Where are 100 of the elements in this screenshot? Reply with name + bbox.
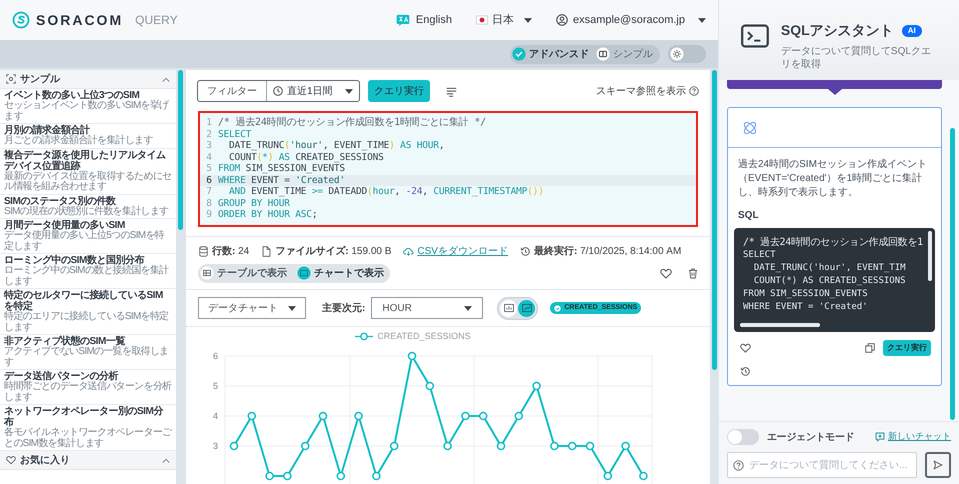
section-header[interactable]: お気に入り [0,451,176,470]
data-point[interactable] [514,412,524,420]
sample-query-item[interactable]: 複合データ源を使用したリアルタイムデバイス位置追跡 最新のデバイス位置を取得するためにセル情報を組み合わせます [0,148,176,194]
mode-tab[interactable]: シンプル [596,46,658,62]
help-icon [733,460,744,470]
sample-query-item[interactable]: 月別の請求金額合計 月ごとの請求金額合計を集計します [0,124,176,148]
data-point[interactable] [408,352,416,360]
scrollbar-thumb[interactable] [712,70,717,370]
send-button[interactable] [925,452,951,478]
table-icon [200,266,214,280]
data-point[interactable] [318,412,328,420]
code-line: ORDER BY HOUR ASC; [218,209,318,220]
heart-icon[interactable] [660,268,672,278]
product-name: QUERY [135,12,178,29]
data-point[interactable] [604,472,612,480]
section-header[interactable]: サンプル [0,70,176,89]
new-chat-link[interactable]: 新しいチャット [875,430,951,444]
user-icon [556,14,568,26]
sample-query-item[interactable]: ローミング中のSIM数と国別分布 ローミング中のSIMの数と接続国を集計します [0,254,176,289]
copy-icon[interactable] [865,343,875,353]
heart-icon [6,455,16,465]
data-point[interactable] [300,442,310,450]
chart-type-dropdown[interactable]: データチャート [198,297,306,319]
filter-button[interactable]: フィルター [198,81,267,101]
region-dropdown[interactable]: 日本 [476,12,532,28]
sample-icon [6,74,16,84]
scrollbar-thumb[interactable] [928,231,932,281]
mode-tab[interactable]: アドバンスド [512,46,594,62]
scrollbar-thumb[interactable] [178,70,183,230]
sample-query-item[interactable]: 月間データ使用量の多いSIM データ使用量の多い上位5つのSIMを特定します [0,219,176,254]
bubble-tail-icon [828,89,842,95]
sql-code-block[interactable]: /* 過去24時間のセッション作成回数を1 SELECT DATE_TRUNC('hour', EVENT_TIM COUNT(*) AS CREATED_SESSIONS FROM SIM_SESSION_EVENTS WHERE EVENT = 'Created' [734,228,935,332]
line-chart-button[interactable] [518,300,536,316]
data-point[interactable] [568,442,576,450]
data-point[interactable] [372,472,381,480]
line-number: 7 [205,186,213,198]
data-point[interactable] [621,442,630,450]
y-axis-label: 6 [212,351,218,361]
agent-mode-toggle[interactable] [727,429,759,445]
account-menu[interactable]: exsample@soracom.jp [556,12,706,28]
code-line: DATE_TRUNC('hour', EVENT_TIME) AS HOUR, [228,140,444,152]
data-point[interactable] [478,412,488,420]
data-point[interactable] [639,472,648,480]
atom-icon [742,120,758,136]
schema-link[interactable]: スキーマ参照を表示 [596,84,699,98]
scrollbar-thumb[interactable] [950,128,955,420]
data-point[interactable] [426,382,434,390]
data-point[interactable] [230,442,238,450]
chat-input-field[interactable]: データについて質問してください... [727,452,917,478]
terminal-icon [741,22,769,50]
code-line: /* 過去24時間のセッション作成回数を1時間ごとに集計 */ [218,117,486,128]
code-line: COUNT(*) AS CREATED_SESSIONS [228,152,384,163]
data-point[interactable] [283,472,292,480]
sample-query-item[interactable]: SIMのステータス別の件数 SIMの現在の状態別に件数を集計します [0,194,176,219]
data-point[interactable] [336,472,346,480]
legend-marker-icon [355,332,374,341]
assistant-title: SQLアシスタント [780,21,894,40]
sample-query-item[interactable]: 特定のセルタワーに接続しているSIMを特定 特定のエリアに接続しているSIMを特定します [0,289,176,335]
data-point[interactable] [586,442,594,450]
clock-icon [273,86,283,96]
format-icon[interactable] [446,86,457,96]
time-range-dropdown[interactable]: 直近1日間 [267,81,359,101]
response-text: 過去24時間のSIMセッション作成イベント（EVENT='Created'）を1時間ごとに集計し、時系列で表示します。 [738,158,928,200]
caret-icon [288,306,296,310]
send-icon [933,460,943,470]
data-point[interactable] [496,442,506,450]
data-point[interactable] [550,442,559,450]
view-tab[interactable]: チャートで表示 [297,266,388,280]
history-icon[interactable] [740,366,751,377]
scrollbar-thumb[interactable] [740,323,820,327]
data-point[interactable] [532,382,541,390]
database-icon [198,246,209,256]
ai-badge: AI [902,24,922,36]
data-point[interactable] [354,412,363,420]
data-point[interactable] [265,472,274,480]
logo-icon [12,11,30,29]
help-icon [689,86,699,96]
y-axis-label: 5 [212,381,218,391]
sample-query-item[interactable]: データ送信パターンの分析 時間帯ごとのデータ送信パターンを分析します [0,370,176,405]
csv-download-link[interactable]: CSVをダウンロード [417,244,508,258]
line-number: 8 [205,198,213,209]
sample-query-item[interactable]: 非アクティブ状態のSIM一覧 アクティブでないSIMの一覧を取得します [0,335,176,370]
heart-icon[interactable] [740,343,751,353]
language-button[interactable]: English [396,12,452,28]
caret-icon [698,18,706,22]
data-point[interactable] [461,412,470,420]
view-tab[interactable]: テーブルで表示 [200,266,291,280]
sample-query-item[interactable]: イベント数の多い上位3つのSIM セッションイベント数の多いSIMを挙げます [0,89,176,124]
data-point[interactable] [390,442,398,450]
dimension-label: 主要次元: [322,301,366,316]
data-point[interactable] [443,442,452,450]
dimension-dropdown[interactable]: HOUR [371,297,484,319]
file-icon [261,246,272,256]
code-editor[interactable] [198,111,698,226]
data-point[interactable] [248,412,256,420]
bar-chart-button[interactable] [500,300,518,316]
run-query-button[interactable]: クエリ実行 [883,340,931,356]
run-query-button[interactable]: クエリ実行 [368,80,430,102]
trash-icon[interactable] [688,268,698,278]
theme-toggle[interactable] [668,45,706,63]
